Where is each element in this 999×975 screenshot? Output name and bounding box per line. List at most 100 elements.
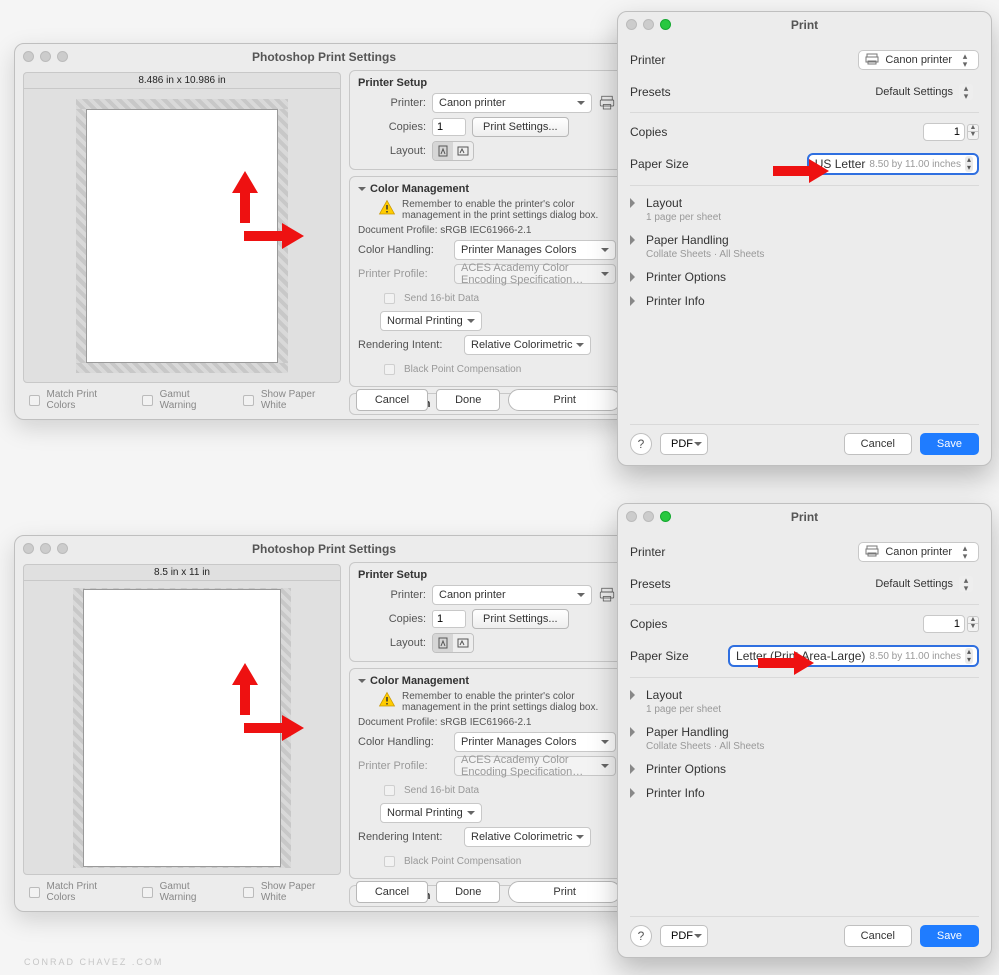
minimize-dot[interactable] xyxy=(643,19,654,30)
ps-print-button[interactable]: Print xyxy=(508,881,621,903)
print-settings-button[interactable]: Print Settings... xyxy=(472,609,569,629)
warning-icon xyxy=(378,199,396,217)
pd-paper-handling-disclosure[interactable]: Paper Handling xyxy=(630,233,979,247)
show-paper-white-check[interactable]: Show Paper White xyxy=(239,389,339,411)
pd-printer-options-disclosure[interactable]: Printer Options xyxy=(630,270,979,284)
rendering-intent-select[interactable]: Relative Colorimetric xyxy=(464,827,591,847)
copies-input[interactable] xyxy=(432,118,466,136)
pd-printer-select[interactable]: Canon printer▴▾ xyxy=(858,542,979,562)
normal-printing-select[interactable]: Normal Printing xyxy=(380,311,482,331)
pd-presets-select[interactable]: Default Settings▴▾ xyxy=(869,82,979,102)
watermark-text: CONRAD CHAVEZ .COM xyxy=(24,957,163,967)
paper-size-select-a[interactable]: US Letter 8.50 by 11.00 inches ▴▾ xyxy=(807,153,979,175)
print-preview-area xyxy=(23,580,341,875)
arrow-up-annotation xyxy=(230,171,260,223)
system-print-dialog-a: Print Printer Canon printer▴▾ Presets De… xyxy=(617,11,992,466)
arrow-up-annotation xyxy=(230,663,260,715)
layout-orientation-toggle[interactable] xyxy=(432,141,474,161)
close-dot[interactable] xyxy=(23,51,34,62)
color-mgmt-warning-text: Remember to enable the printer's color m… xyxy=(402,199,616,221)
rendering-intent-select[interactable]: Relative Colorimetric xyxy=(464,335,591,355)
pd-layout-sub: 1 page per sheet xyxy=(646,704,979,715)
arrow-right-annotation xyxy=(244,713,304,743)
send-16bit-check: Send 16-bit Data xyxy=(380,782,616,799)
pd-cancel-button[interactable]: Cancel xyxy=(844,925,912,947)
portrait-button[interactable] xyxy=(433,142,453,160)
pd-printer-info-disclosure[interactable]: Printer Info xyxy=(630,786,979,800)
arrow-right-annotation xyxy=(244,221,304,251)
window-controls[interactable] xyxy=(23,543,68,554)
printer-setup-panel: Printer Setup Printer: Canon printer Cop… xyxy=(349,70,625,170)
page-dimensions-a: 8.486 in x 10.986 in xyxy=(23,72,341,88)
landscape-button[interactable] xyxy=(453,142,473,160)
portrait-button[interactable] xyxy=(433,634,453,652)
color-handling-select[interactable]: Printer Manages Colors xyxy=(454,732,616,752)
color-handling-select[interactable]: Printer Manages Colors xyxy=(454,240,616,260)
pd-paper-handling-sub: Collate Sheets · All Sheets xyxy=(646,741,979,752)
pd-layout-disclosure[interactable]: Layout xyxy=(630,688,979,702)
printer-setup-heading: Printer Setup xyxy=(358,77,616,89)
preview-checks-row: Match Print Colors Gamut Warning Show Pa… xyxy=(23,875,341,903)
minimize-dot[interactable] xyxy=(40,543,51,554)
close-dot[interactable] xyxy=(23,543,34,554)
pd-pdf-menu[interactable]: PDF xyxy=(660,433,708,455)
color-management-panel: Color Management Remember to enable the … xyxy=(349,668,625,879)
pd-paper-handling-disclosure[interactable]: Paper Handling xyxy=(630,725,979,739)
minimize-dot[interactable] xyxy=(40,51,51,62)
photoshop-print-settings-window-b: Photoshop Print Settings 8.5 in x 11 in … xyxy=(14,535,634,912)
pd-help-button[interactable]: ? xyxy=(630,433,652,455)
copies-stepper[interactable]: ▲▼ xyxy=(967,124,979,140)
minimize-dot[interactable] xyxy=(643,511,654,522)
match-print-colors-check[interactable]: Match Print Colors xyxy=(25,389,124,411)
close-dot[interactable] xyxy=(626,511,637,522)
gamut-warning-check[interactable]: Gamut Warning xyxy=(138,881,225,903)
match-print-colors-check[interactable]: Match Print Colors xyxy=(25,881,124,903)
landscape-button[interactable] xyxy=(453,634,473,652)
pd-printer-select[interactable]: Canon printer▴▾ xyxy=(858,50,979,70)
pd-copies-input[interactable] xyxy=(923,123,965,141)
color-management-disclosure[interactable]: Color Management xyxy=(358,675,616,687)
printer-select[interactable]: Canon printer xyxy=(432,93,592,113)
printer-profile-select: ACES Academy Color Encoding Specificatio… xyxy=(454,756,616,776)
ps-done-button[interactable]: Done xyxy=(436,881,500,903)
pd-help-button[interactable]: ? xyxy=(630,925,652,947)
printer-select[interactable]: Canon printer xyxy=(432,585,592,605)
pd-printer-info-disclosure[interactable]: Printer Info xyxy=(630,294,979,308)
normal-printing-select[interactable]: Normal Printing xyxy=(380,803,482,823)
ps-cancel-button[interactable]: Cancel xyxy=(356,881,428,903)
zoom-dot[interactable] xyxy=(57,543,68,554)
copies-input[interactable] xyxy=(432,610,466,628)
pd-pdf-menu[interactable]: PDF xyxy=(660,925,708,947)
pd-copies-input[interactable] xyxy=(923,615,965,633)
show-paper-white-check[interactable]: Show Paper White xyxy=(239,881,339,903)
pd-printer-options-disclosure[interactable]: Printer Options xyxy=(630,762,979,776)
close-dot[interactable] xyxy=(626,19,637,30)
window-controls[interactable] xyxy=(626,511,671,522)
bpc-check: Black Point Compensation xyxy=(380,853,616,870)
print-settings-button[interactable]: Print Settings... xyxy=(472,117,569,137)
zoom-dot[interactable] xyxy=(660,511,671,522)
color-management-disclosure[interactable]: Color Management xyxy=(358,183,616,195)
pd-save-button[interactable]: Save xyxy=(920,925,979,947)
ps-print-button[interactable]: Print xyxy=(508,389,621,411)
print-icon[interactable] xyxy=(598,94,616,112)
arrow-right-annotation xyxy=(773,158,829,184)
pd-presets-select[interactable]: Default Settings▴▾ xyxy=(869,574,979,594)
window-controls[interactable] xyxy=(626,19,671,30)
send-16bit-check: Send 16-bit Data xyxy=(380,290,616,307)
ps-cancel-button[interactable]: Cancel xyxy=(356,389,428,411)
window-controls[interactable] xyxy=(23,51,68,62)
pd-layout-disclosure[interactable]: Layout xyxy=(630,196,979,210)
pd-cancel-button[interactable]: Cancel xyxy=(844,433,912,455)
pd-save-button[interactable]: Save xyxy=(920,433,979,455)
layout-orientation-toggle[interactable] xyxy=(432,633,474,653)
ps-titlebar: Photoshop Print Settings xyxy=(15,44,633,70)
gamut-warning-check[interactable]: Gamut Warning xyxy=(138,389,225,411)
print-icon[interactable] xyxy=(598,586,616,604)
zoom-dot[interactable] xyxy=(660,19,671,30)
preview-checks-row: Match Print Colors Gamut Warning Show Pa… xyxy=(23,383,341,411)
color-mgmt-warning-text: Remember to enable the printer's color m… xyxy=(402,691,616,713)
ps-done-button[interactable]: Done xyxy=(436,389,500,411)
copies-stepper[interactable]: ▲▼ xyxy=(967,616,979,632)
zoom-dot[interactable] xyxy=(57,51,68,62)
